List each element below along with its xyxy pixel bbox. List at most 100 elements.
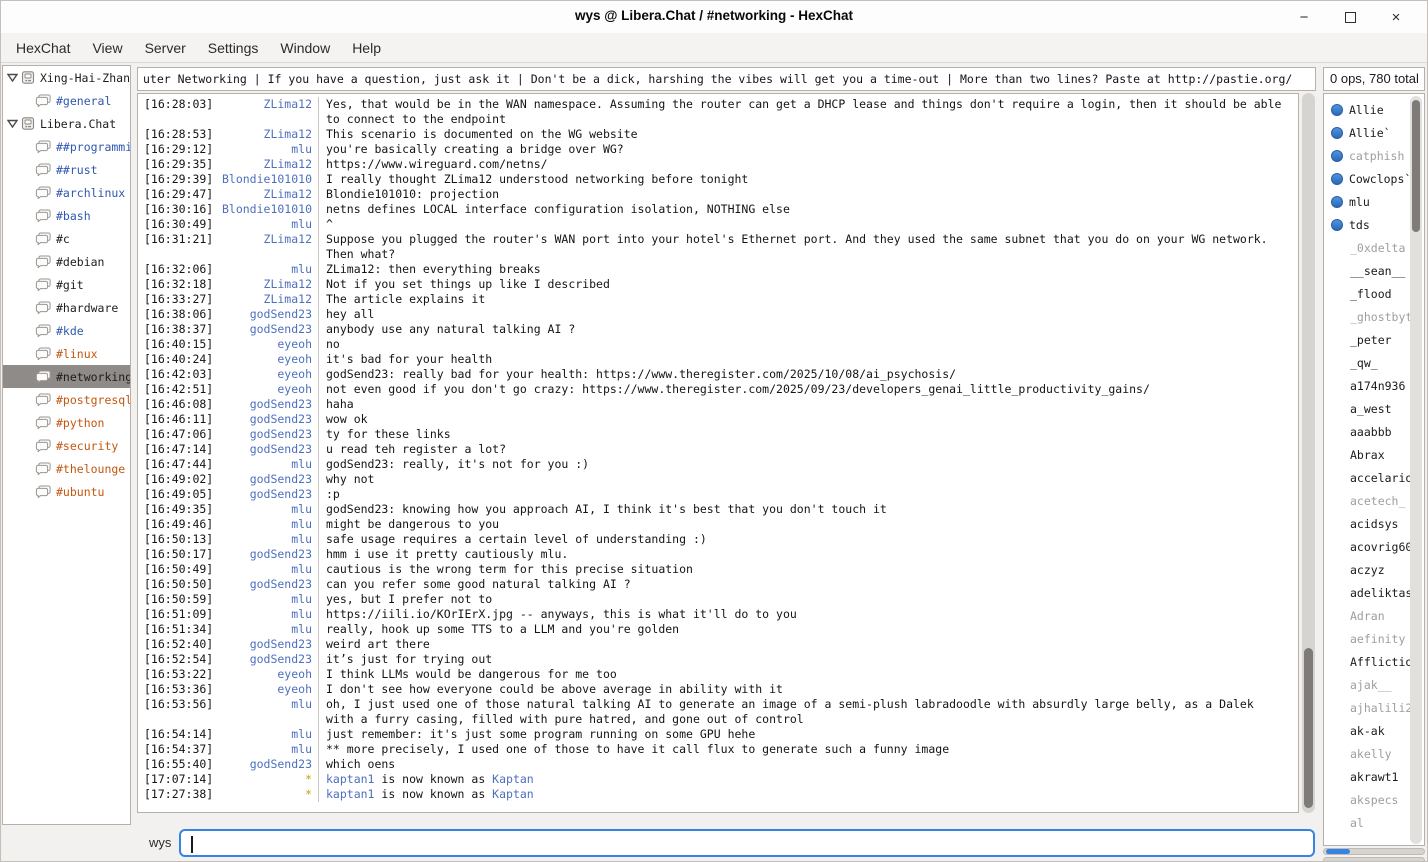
- timestamp: [16:50:59]: [144, 592, 216, 607]
- userlist-item-ajhalili2[interactable]: ajhalili2: [1324, 696, 1424, 719]
- chat-scrollbar-thumb[interactable]: [1304, 648, 1313, 808]
- close-button[interactable]: ×: [1373, 1, 1419, 33]
- tree-item-xinghaizhan[interactable]: Xing-Hai-Zhan: [3, 66, 130, 89]
- message-text: I don't see how everyone could be above …: [318, 682, 1284, 697]
- message-text: weird art there: [318, 637, 1284, 652]
- userlist-item-adran[interactable]: Adran: [1324, 604, 1424, 627]
- chat-row: [16:46:11]godSend23wow ok: [144, 412, 1298, 427]
- message-nick: eyeoh: [216, 382, 312, 397]
- userlist-item-acovrig60[interactable]: acovrig60: [1324, 535, 1424, 558]
- userlist-hscrollbar-thumb[interactable]: [1326, 849, 1350, 854]
- userlist-scrollbar[interactable]: [1410, 96, 1422, 844]
- userlist-item-aefinity[interactable]: aefinity: [1324, 627, 1424, 650]
- nick-link[interactable]: Kaptan: [492, 772, 534, 786]
- chat-row: [16:54:37]mlu** more precisely, I used o…: [144, 742, 1298, 757]
- chat-area: [16:28:03]ZLima12Yes, that would be in t…: [137, 93, 1299, 813]
- chat-row: [16:53:22]eyeohI think LLMs would be dan…: [144, 667, 1298, 682]
- tree-item-python[interactable]: #python: [3, 411, 130, 434]
- userlist-item-0xdelta[interactable]: _0xdelta: [1324, 236, 1424, 259]
- tree-item-thelounge[interactable]: #thelounge: [3, 457, 130, 480]
- userlist-item-catphish[interactable]: catphish: [1324, 144, 1424, 167]
- userlist-item-afflictio[interactable]: Afflictio: [1324, 650, 1424, 673]
- menu-settings[interactable]: Settings: [197, 35, 270, 61]
- tree-item-postgresql[interactable]: #postgresql: [3, 388, 130, 411]
- channel-icon: [35, 324, 51, 337]
- userlist-item-abrax[interactable]: Abrax: [1324, 443, 1424, 466]
- message-nick: mlu: [216, 142, 312, 157]
- chat-scrollbar[interactable]: [1302, 93, 1315, 813]
- minimize-button[interactable]: −: [1281, 1, 1327, 33]
- userlist-item-ghostbyt[interactable]: _ghostbyt: [1324, 305, 1424, 328]
- menu-view[interactable]: View: [81, 35, 133, 61]
- tree-item-bash[interactable]: #bash: [3, 204, 130, 227]
- userlist-item-akelly[interactable]: akelly: [1324, 742, 1424, 765]
- text-caret: [191, 836, 193, 853]
- tree-item-liberachat[interactable]: Libera.Chat: [3, 112, 130, 135]
- userlist-item-awest[interactable]: a_west: [1324, 397, 1424, 420]
- tree-item-archlinux[interactable]: #archlinux: [3, 181, 130, 204]
- nick-link[interactable]: kaptan1: [326, 787, 374, 801]
- userlist-item-akspecs[interactable]: akspecs: [1324, 788, 1424, 811]
- nick-link[interactable]: Kaptan: [492, 787, 534, 801]
- userlist-item-a174n936[interactable]: a174n936: [1324, 374, 1424, 397]
- tree-item-linux[interactable]: #linux: [3, 342, 130, 365]
- userlist-item-akrawt1[interactable]: akrawt1: [1324, 765, 1424, 788]
- timestamp: [16:40:15]: [144, 337, 216, 352]
- chat-row: [16:47:14]godSend23u read teh register a…: [144, 442, 1298, 457]
- tree-item-networking[interactable]: #networking: [3, 365, 130, 388]
- menu-server[interactable]: Server: [134, 35, 197, 61]
- userlist-item-acidsys[interactable]: acidsys: [1324, 512, 1424, 535]
- tree-item-rust[interactable]: ##rust: [3, 158, 130, 181]
- tree-item-label: #thelounge: [56, 462, 125, 476]
- userlist-item-accelario[interactable]: accelario: [1324, 466, 1424, 489]
- userlist-hscrollbar[interactable]: [1323, 848, 1425, 855]
- userlist-item-adeliktas[interactable]: adeliktas: [1324, 581, 1424, 604]
- userlist-scrollbar-thumb[interactable]: [1412, 100, 1420, 232]
- tree-item-c[interactable]: #c: [3, 227, 130, 250]
- tree-item-general[interactable]: #general: [3, 89, 130, 112]
- tree-item-debian[interactable]: #debian: [3, 250, 130, 273]
- userlist-item-akak[interactable]: ak-ak: [1324, 719, 1424, 742]
- expander-icon[interactable]: [6, 119, 19, 128]
- menu-hexchat[interactable]: HexChat: [5, 35, 81, 61]
- userlist-item-peter[interactable]: _peter: [1324, 328, 1424, 351]
- timestamp: [16:52:40]: [144, 637, 216, 652]
- tree-item-programming[interactable]: ##programming: [3, 135, 130, 158]
- userlist-item-ajak[interactable]: ajak__: [1324, 673, 1424, 696]
- userlist-item-aczyz[interactable]: aczyz: [1324, 558, 1424, 581]
- user-name: Abrax: [1350, 448, 1385, 462]
- menu-help[interactable]: Help: [341, 35, 392, 61]
- userlist-item-cowclops[interactable]: Cowclops`: [1324, 167, 1424, 190]
- tree-item-security[interactable]: #security: [3, 434, 130, 457]
- userlist-item-qw[interactable]: _qw_: [1324, 351, 1424, 374]
- message-nick: Blondie101010: [216, 202, 312, 217]
- nick-link[interactable]: kaptan1: [326, 772, 374, 786]
- userlist-item-allie[interactable]: Allie: [1324, 98, 1424, 121]
- message-text: no: [318, 337, 1284, 352]
- chat-row: [16:49:05]godSend23:p: [144, 487, 1298, 502]
- userlist-item-al[interactable]: al: [1324, 811, 1424, 834]
- message-input[interactable]: [189, 833, 1299, 853]
- tree-item-label: ##rust: [56, 163, 98, 177]
- userlist-item-allie[interactable]: Allie`: [1324, 121, 1424, 144]
- tree-item-git[interactable]: #git: [3, 273, 130, 296]
- timestamp: [16:46:08]: [144, 397, 216, 412]
- userlist-item-acetech[interactable]: acetech_: [1324, 489, 1424, 512]
- message-text: hmm i use it pretty cautiously mlu.: [318, 547, 1284, 562]
- tree-item-ubuntu[interactable]: #ubuntu: [3, 480, 130, 503]
- user-name: Afflictio: [1350, 655, 1412, 669]
- tree-item-kde[interactable]: #kde: [3, 319, 130, 342]
- message-nick: mlu: [216, 562, 312, 577]
- tree-item-hardware[interactable]: #hardware: [3, 296, 130, 319]
- voice-dot-icon: [1331, 127, 1343, 139]
- userlist-item-mlu[interactable]: mlu: [1324, 190, 1424, 213]
- message-nick: ZLima12: [216, 97, 312, 127]
- userlist-item-tds[interactable]: tds: [1324, 213, 1424, 236]
- userlist-item-flood[interactable]: _flood: [1324, 282, 1424, 305]
- userlist-item-aaabbb[interactable]: aaabbb: [1324, 420, 1424, 443]
- menu-window[interactable]: Window: [269, 35, 341, 61]
- userlist-item-sean[interactable]: __sean__: [1324, 259, 1424, 282]
- expander-icon[interactable]: [6, 73, 19, 82]
- maximize-button[interactable]: [1327, 1, 1373, 33]
- topic-bar[interactable]: uter Networking | If you have a question…: [137, 67, 1316, 91]
